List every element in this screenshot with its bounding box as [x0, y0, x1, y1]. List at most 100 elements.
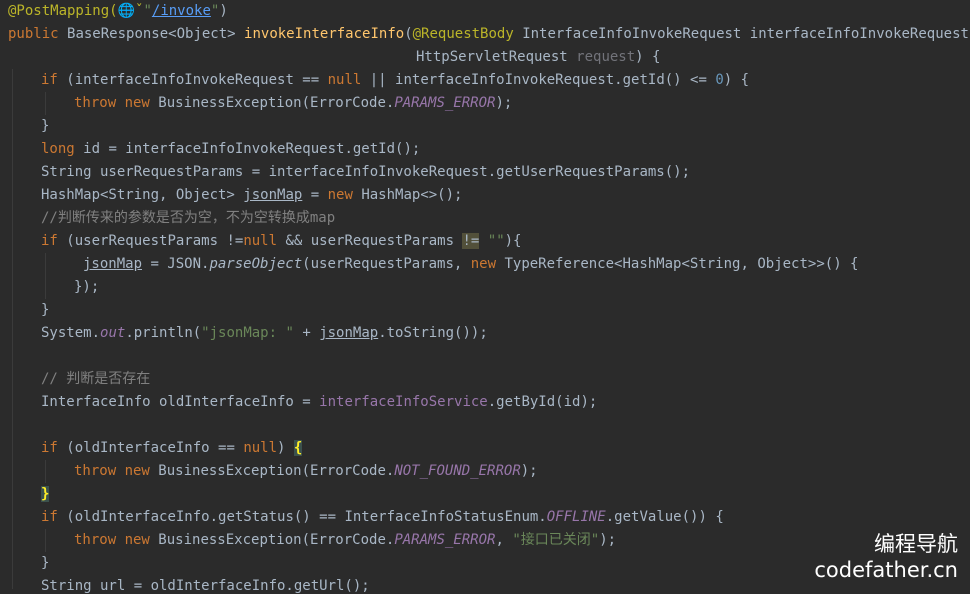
code-line: // 判断是否存在	[41, 368, 150, 391]
code-token: );	[520, 463, 538, 479]
code-token: HashMap<String, Object>	[41, 187, 244, 203]
code-token: NOT_FOUND_ERROR	[394, 463, 521, 479]
code-token: String url = oldInterfaceInfo.getUrl();	[41, 578, 370, 594]
code-token: request	[576, 49, 636, 65]
code-token: (oldInterfaceInfo ==	[66, 440, 244, 456]
code-line: HashMap<String, Object> jsonMap = new Ha…	[41, 184, 462, 207]
code-line: String userRequestParams = interfaceInfo…	[41, 161, 690, 184]
code-token: 0	[715, 72, 724, 88]
code-token: interfaceInfoService	[319, 394, 488, 410]
code-editor[interactable]: @PostMapping(🌐ˇ"/invoke") public BaseRes…	[0, 0, 970, 594]
code-token: (oldInterfaceInfo.getStatus() == Interfa…	[66, 509, 547, 525]
code-token: .getById(id);	[487, 394, 598, 410]
code-token: ) {	[635, 49, 661, 65]
code-token: "	[143, 3, 152, 19]
code-token: @PostMapping(	[8, 3, 118, 19]
code-token: InterfaceInfo oldInterfaceInfo =	[41, 394, 320, 410]
code-token: InterfaceInfoInvokeRequest interfaceInfo…	[522, 26, 970, 42]
code-token: ){	[504, 233, 522, 249]
code-token: );	[495, 95, 513, 111]
code-token: // 判断是否存在	[41, 371, 151, 387]
code-token: ,	[495, 532, 513, 548]
code-token: }	[41, 118, 50, 134]
code-line: throw new BusinessException(ErrorCode.NO…	[74, 460, 538, 483]
code-token: throw new	[74, 463, 159, 479]
code-token: BusinessException(ErrorCode.	[158, 532, 395, 548]
code-token: )	[219, 3, 228, 19]
code-line: }	[41, 552, 49, 575]
code-token: ""	[487, 233, 505, 249]
code-token: parseObject	[209, 256, 303, 272]
code-token: jsonMap	[319, 325, 379, 341]
code-token: throw new	[74, 95, 159, 111]
code-line: String url = oldInterfaceInfo.getUrl();	[41, 575, 370, 594]
code-line: if (oldInterfaceInfo.getStatus() == Inte…	[41, 506, 724, 529]
code-token: +	[293, 325, 320, 341]
code-token: PARAMS_ERROR	[394, 532, 496, 548]
code-line: }	[41, 115, 49, 138]
code-token: //判断传来的参数是否为空，不为空转换成map	[41, 210, 336, 226]
code-token: .getValue()) {	[605, 509, 724, 525]
code-token: null	[243, 440, 278, 456]
code-line: long id = interfaceInfoInvokeRequest.get…	[41, 138, 420, 161]
code-token: });	[74, 279, 100, 295]
code-token: .println(	[125, 325, 202, 341]
code-line: if (oldInterfaceInfo == null) {	[41, 437, 303, 460]
code-line: System.out.println("jsonMap: " + jsonMap…	[41, 322, 488, 345]
code-line: throw new BusinessException(ErrorCode.PA…	[74, 92, 512, 115]
code-line: public BaseResponse<Object> invokeInterf…	[8, 23, 970, 46]
code-line: });	[74, 276, 99, 299]
code-token: null	[327, 72, 362, 88]
watermark-title: 编程导航	[874, 532, 958, 556]
code-token: @RequestBody	[412, 26, 523, 42]
code-line: if (interfaceInfoInvokeRequest == null |…	[41, 69, 749, 92]
code-line: InterfaceInfo oldInterfaceInfo = interfa…	[41, 391, 597, 414]
code-token: BusinessException(ErrorCode.	[158, 95, 395, 111]
watermark-url: codefather.cn	[814, 558, 958, 582]
code-token: new	[470, 256, 505, 272]
code-token: jsonMap	[243, 187, 303, 203]
code-token: (interfaceInfoInvokeRequest ==	[66, 72, 328, 88]
code-token: System.	[41, 325, 101, 341]
code-token: = JSON.	[142, 256, 210, 272]
code-token: long	[41, 141, 84, 157]
code-token: public	[8, 26, 68, 42]
code-line: HttpServletRequest request) {	[416, 46, 660, 69]
code-token: if	[41, 509, 67, 525]
code-token: }	[41, 555, 50, 571]
code-token: HttpServletRequest	[416, 49, 577, 65]
code-line: }	[41, 299, 49, 322]
code-token: /invoke	[151, 3, 211, 19]
code-token: {	[293, 440, 303, 456]
code-token: throw new	[74, 532, 159, 548]
code-line: jsonMap = JSON.parseObject(userRequestPa…	[83, 253, 858, 276]
code-token: !=	[462, 233, 480, 249]
code-token: if	[41, 440, 67, 456]
code-token: && userRequestParams	[277, 233, 463, 249]
code-token: (userRequestParams,	[302, 256, 471, 272]
code-token: );	[599, 532, 617, 548]
code-token: )	[277, 440, 294, 456]
code-token: id = interfaceInfoInvokeRequest.getId();	[83, 141, 421, 157]
code-token: if	[41, 233, 67, 249]
code-token: BusinessException(ErrorCode.	[158, 463, 395, 479]
code-line: }	[41, 483, 50, 506]
code-token: 🌐	[117, 3, 136, 19]
code-token: =	[302, 187, 328, 203]
code-token: HashMap<>();	[361, 187, 463, 203]
code-token: PARAMS_ERROR	[394, 95, 496, 111]
code-token: invokeInterfaceInfo	[244, 26, 405, 42]
code-token: out	[100, 325, 126, 341]
code-line: //判断传来的参数是否为空，不为空转换成map	[41, 207, 335, 230]
code-token: OFFLINE	[546, 509, 606, 525]
code-token: .toString());	[378, 325, 488, 341]
code-token: TypeReference<HashMap<String, Object>>()…	[504, 256, 859, 272]
code-token: "jsonMap: "	[201, 325, 294, 341]
code-token: BaseResponse<Object>	[67, 26, 245, 42]
code-token: new	[327, 187, 362, 203]
code-token: || interfaceInfoInvokeRequest.getId() <=	[361, 72, 716, 88]
code-line: throw new BusinessException(ErrorCode.PA…	[74, 529, 616, 552]
code-token: ) {	[723, 72, 750, 88]
code-token: jsonMap	[83, 256, 143, 272]
